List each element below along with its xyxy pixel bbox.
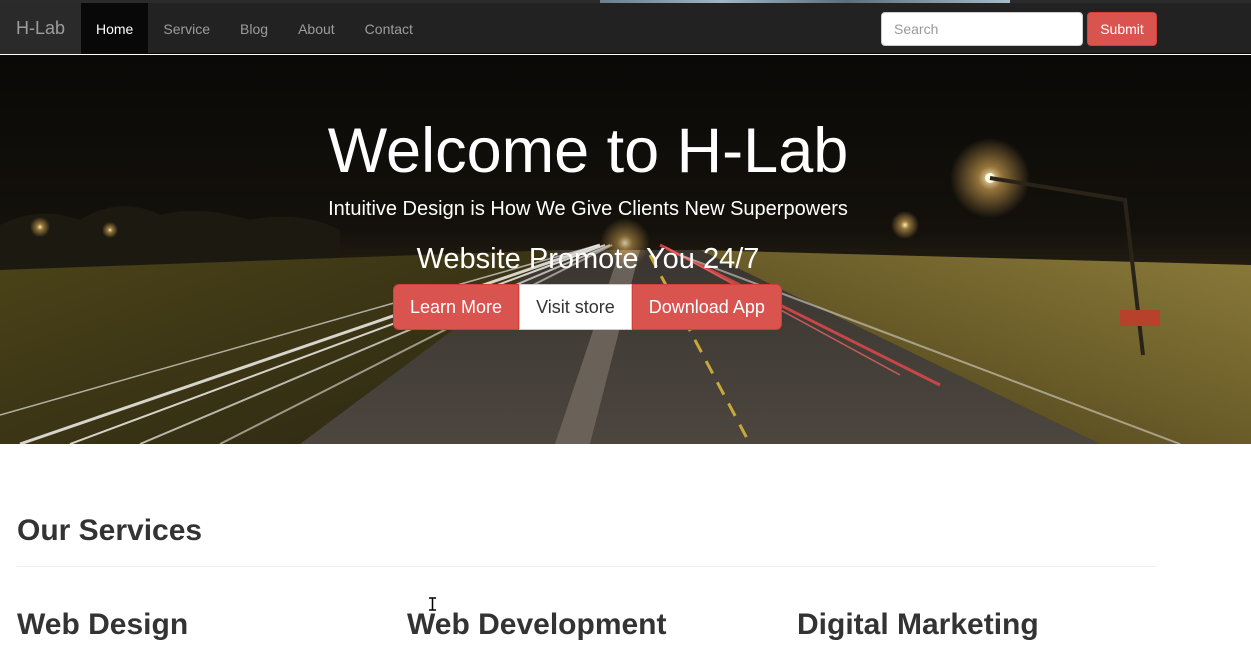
nav-item-contact[interactable]: Contact xyxy=(350,3,428,54)
hero-title: Welcome to H-Lab xyxy=(327,116,849,186)
learn-more-button[interactable]: Learn More xyxy=(393,284,520,330)
nav-item-home[interactable]: Home xyxy=(81,3,149,54)
services-divider xyxy=(17,566,1157,567)
service-heading-digital-marketing: Digital Marketing xyxy=(797,608,1039,641)
nav-item-about[interactable]: About xyxy=(283,3,350,54)
download-app-button[interactable]: Download App xyxy=(631,284,782,330)
brand-logo[interactable]: H-Lab xyxy=(0,3,81,54)
hero-button-group: Learn More Visit store Download App xyxy=(393,284,782,330)
nav-item-service[interactable]: Service xyxy=(148,3,225,54)
submit-button[interactable]: Submit xyxy=(1087,12,1157,46)
service-heading-web-design: Web Design xyxy=(17,608,189,641)
services-section-title: Our Services xyxy=(17,514,203,547)
nav-menu: Home Service Blog About Contact xyxy=(81,3,428,54)
nav-item-blog[interactable]: Blog xyxy=(225,3,283,54)
service-heading-web-development: Web Development xyxy=(407,608,667,641)
hero-banner: Welcome to H-Lab Intuitive Design is How… xyxy=(0,55,1251,444)
search-input[interactable] xyxy=(881,12,1083,46)
hero-subtitle: Intuitive Design is How We Give Clients … xyxy=(328,198,848,220)
hero-promo-text: Website Promote You 24/7 xyxy=(416,243,760,275)
text-cursor-icon xyxy=(429,597,436,611)
visit-store-button[interactable]: Visit store xyxy=(519,284,632,330)
navbar: H-Lab Home Service Blog About Contact Su… xyxy=(0,3,1251,54)
